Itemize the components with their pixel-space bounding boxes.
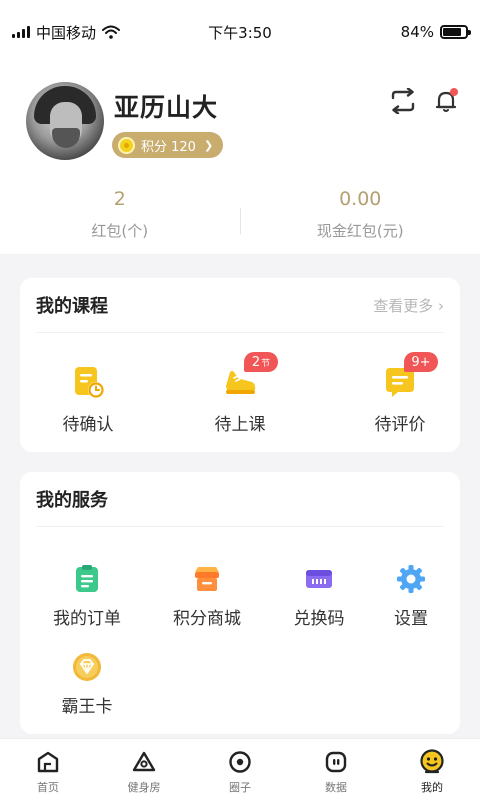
tab-gym[interactable]: 健身房 <box>96 739 192 800</box>
tab-label: 数据 <box>325 781 347 794</box>
tab-label: 首页 <box>37 781 59 794</box>
data-icon <box>323 749 349 775</box>
circle-icon <box>227 749 253 775</box>
chevron-right-icon: ❯ <box>203 138 214 152</box>
profile-header: 亚历山大 积分 120 ❯ 2 红包(个) 0.00 现金红包(元) <box>0 64 480 254</box>
service-settings[interactable]: 设置 <box>356 564 466 629</box>
badge-count: 2 <box>251 354 261 370</box>
tab-circle[interactable]: 圈子 <box>192 739 288 800</box>
notification-bell-icon[interactable] <box>432 86 462 116</box>
stat-label: 现金红包(元) <box>316 222 404 240</box>
course-item-label: 待确认 <box>62 415 114 435</box>
view-more-label: 查看更多 <box>373 297 434 315</box>
profile-icon <box>419 749 445 775</box>
view-more-link[interactable]: 查看更多 › <box>373 295 444 316</box>
course-item-label: 待评价 <box>374 415 426 435</box>
wifi-icon <box>102 25 121 39</box>
order-list-icon <box>72 564 102 594</box>
battery-icon <box>440 25 471 39</box>
chevron-right-icon: › <box>438 297 444 315</box>
ticket-icon <box>304 564 334 594</box>
status-bar: 中国移动 下午3:50 84% <box>0 0 480 64</box>
status-time: 下午3:50 <box>208 23 272 42</box>
bottom-tab-bar: 首页 健身房 圈子 数据 我的 <box>0 738 480 800</box>
username: 亚历山大 <box>114 93 219 122</box>
gym-icon <box>131 749 157 775</box>
badge-unit: 节 <box>261 358 271 369</box>
gear-icon <box>396 564 426 594</box>
tab-data[interactable]: 数据 <box>288 739 384 800</box>
coin-icon <box>118 136 135 154</box>
my-courses-card: 我的课程 查看更多 › 待确认 2节 待上课 9+ 待评价 <box>20 278 460 452</box>
courses-title: 我的课程 <box>36 296 108 317</box>
diamond-card-icon <box>72 652 102 682</box>
battery-fill <box>443 28 462 36</box>
tab-profile[interactable]: 我的 <box>384 739 480 800</box>
tab-label: 健身房 <box>127 781 161 794</box>
course-upcoming[interactable]: 2节 待上课 <box>180 352 300 435</box>
battery-percent: 84% <box>400 23 434 41</box>
service-points-mall[interactable]: 积分商城 <box>152 564 262 629</box>
course-badge: 2节 <box>244 352 278 372</box>
signal-icon <box>12 26 30 38</box>
comment-icon: 9+ <box>382 352 438 400</box>
tab-label: 圈子 <box>229 781 251 794</box>
stat-value: 2 <box>113 188 126 210</box>
stat-red-packets[interactable]: 2 红包(个) <box>0 188 240 248</box>
sneaker-icon: 2节 <box>222 352 278 400</box>
tab-home[interactable]: 首页 <box>0 739 96 800</box>
service-item-label: 积分商城 <box>173 609 241 629</box>
divider <box>36 332 444 333</box>
status-left: 中国移动 <box>12 22 182 43</box>
stat-label: 红包(个) <box>91 222 149 240</box>
stat-cash-packets[interactable]: 0.00 现金红包(元) <box>241 188 480 248</box>
points-badge[interactable]: 积分 120 ❯ <box>112 132 224 158</box>
clipboard-clock-icon <box>70 364 106 400</box>
wallet-stats: 2 红包(个) 0.00 现金红包(元) <box>0 188 480 248</box>
course-to-review[interactable]: 9+ 待评价 <box>340 352 460 435</box>
carrier-name: 中国移动 <box>36 23 97 42</box>
service-item-label: 我的订单 <box>53 609 121 629</box>
course-item-label: 待上课 <box>214 415 266 435</box>
home-icon <box>35 749 61 775</box>
service-item-label: 设置 <box>394 609 428 629</box>
shop-icon <box>192 564 222 594</box>
my-services-card: 我的服务 我的订单 积分商城 兑换码 设置 霸王卡 <box>20 472 460 734</box>
status-right: 84% <box>298 23 471 41</box>
points-label: 积分 120 <box>141 139 196 155</box>
service-vip-card[interactable]: 霸王卡 <box>32 652 142 717</box>
divider <box>36 526 444 527</box>
stat-value: 0.00 <box>339 188 382 210</box>
switch-icon[interactable] <box>388 86 418 116</box>
service-item-label: 霸王卡 <box>61 697 113 717</box>
services-title: 我的服务 <box>36 490 108 511</box>
course-pending-confirm[interactable]: 待确认 <box>28 364 148 435</box>
service-my-orders[interactable]: 我的订单 <box>32 564 142 629</box>
tab-label: 我的 <box>421 781 443 794</box>
avatar[interactable] <box>26 82 104 160</box>
course-badge: 9+ <box>404 352 438 372</box>
